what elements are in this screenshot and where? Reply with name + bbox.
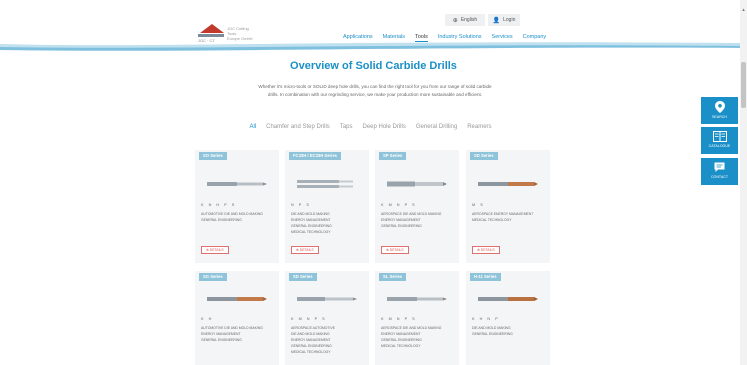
product-card[interactable]: SL Series K M N P S AEROSPACE DIE AND MO… xyxy=(375,271,459,365)
industry-list: AEROSPACE ENERGY MANAGEMENT MEDICAL TECH… xyxy=(472,212,534,222)
drill-image xyxy=(478,297,538,301)
catalogue-side-button[interactable]: CATALOGUE xyxy=(701,127,738,154)
series-tag: SD Series xyxy=(470,152,498,160)
user-icon: 👤 xyxy=(492,17,501,24)
filter-all[interactable]: All xyxy=(249,124,256,130)
material-codes: K M N P S xyxy=(291,317,327,321)
series-tag: SP Series xyxy=(379,152,407,160)
filter-deep-hole[interactable]: Deep Hole Drills xyxy=(363,124,406,130)
product-card[interactable]: H-11 Series K H N P DIE AND MOLD MAKING … xyxy=(466,271,550,365)
industry-list: AUTOMOTIVE DIE AND MOLD MAKING ENERGY MA… xyxy=(201,326,263,342)
material-codes: M S xyxy=(472,203,485,207)
header-swoosh-decoration xyxy=(0,42,747,51)
drill-image xyxy=(387,181,447,187)
material-codes: K H N P xyxy=(472,317,500,321)
material-codes: K H xyxy=(201,317,214,321)
language-selector[interactable]: ⊕ English xyxy=(445,14,485,26)
filter-chamfer-step[interactable]: Chamfer and Step Drills xyxy=(266,124,330,130)
filter-taps[interactable]: Taps xyxy=(340,124,353,130)
drill-image xyxy=(297,180,353,188)
scroll-up-icon[interactable]: ▴ xyxy=(741,8,746,13)
details-button[interactable]: ⊕ DETAILS xyxy=(291,246,319,254)
chat-bubble-icon xyxy=(714,162,725,172)
material-codes: N P S xyxy=(291,203,311,207)
industry-list: DIE AND MOLD MAKING GENERAL ENGINEERING xyxy=(472,326,513,336)
industry-list: DIE AND MOLD MAKING ENERGY MANAGEMENT GE… xyxy=(291,212,332,234)
logo-text: JGC Cutting Tools Europe GmbH xyxy=(226,26,253,41)
series-tag: SL Series xyxy=(379,273,407,281)
login-label: Login xyxy=(503,17,516,23)
series-tag: SO Series xyxy=(199,152,227,160)
material-codes: K M N P S xyxy=(381,317,417,321)
filter-reamers[interactable]: Reamers xyxy=(467,124,491,130)
intro-text: Whether it's micro-tools or SOLID deep h… xyxy=(258,84,492,97)
industry-list: AEROSPACE AUTOMOTIVE DIE AND MOLD MAKING… xyxy=(291,326,335,354)
drill-image xyxy=(387,297,447,301)
drill-image xyxy=(207,182,267,186)
page-scrollbar[interactable]: ▴ xyxy=(740,0,747,365)
industry-list: AEROSPACE DIE AND MOLD MAKING ENERGY MAN… xyxy=(381,326,442,348)
search-side-button[interactable]: SEARCH xyxy=(701,97,738,124)
product-card[interactable]: SP Series K M N P S AEROSPACE DIE AND MO… xyxy=(375,150,459,263)
filter-general-drilling[interactable]: General Drilling xyxy=(416,124,457,130)
industry-list: AUTOMOTIVE DIE AND MOLD MAKING GENERAL E… xyxy=(201,212,263,222)
material-codes: K N H P S xyxy=(201,203,237,207)
material-codes: K M N P S xyxy=(381,203,417,207)
series-tag: FC33H / EC33H Series xyxy=(289,152,341,160)
language-label: English xyxy=(460,17,478,23)
details-button[interactable]: ⊕ DETAILS xyxy=(472,246,500,254)
drill-image xyxy=(207,297,267,301)
product-card[interactable]: SG Series K H AUTOMOTIVE DIE AND MOLD MA… xyxy=(195,271,279,365)
drill-image xyxy=(478,182,538,186)
contact-side-button[interactable]: CONTACT xyxy=(701,158,738,185)
series-tag: SG Series xyxy=(199,273,227,281)
product-card[interactable]: SD Series K M N P S AEROSPACE AUTOMOTIVE… xyxy=(285,271,369,365)
details-button[interactable]: ⊕ DETAILS xyxy=(201,246,229,254)
login-button[interactable]: 👤 Login xyxy=(488,14,520,26)
product-card[interactable]: SO Series K N H P S AUTOMOTIVE DIE AND M… xyxy=(195,150,279,263)
globe-icon: ⊕ xyxy=(452,17,458,24)
product-card[interactable]: FC33H / EC33H Series N P S DIE AND MOLD … xyxy=(285,150,369,263)
location-pin-icon xyxy=(714,101,725,113)
product-card[interactable]: SD Series M S AEROSPACE ENERGY MANAGEMEN… xyxy=(466,150,550,263)
catalogue-book-icon xyxy=(712,131,727,142)
scrollbar-thumb[interactable] xyxy=(741,62,746,108)
details-button[interactable]: ⊕ DETAILS xyxy=(381,246,409,254)
series-tag: SD Series xyxy=(289,273,317,281)
catalogue-side-label: CATALOGUE xyxy=(708,144,731,148)
search-side-label: SEARCH xyxy=(712,115,727,119)
page-title: Overview of Solid Carbide Drills xyxy=(290,60,457,72)
industry-list: AEROSPACE DIE AND MOLD MAKING ENERGY MAN… xyxy=(381,212,442,228)
filter-tabs: All Chamfer and Step Drills Taps Deep Ho… xyxy=(0,124,747,130)
drill-image xyxy=(297,297,357,301)
contact-side-label: CONTACT xyxy=(710,175,729,179)
series-tag: H-11 Series xyxy=(470,273,501,281)
